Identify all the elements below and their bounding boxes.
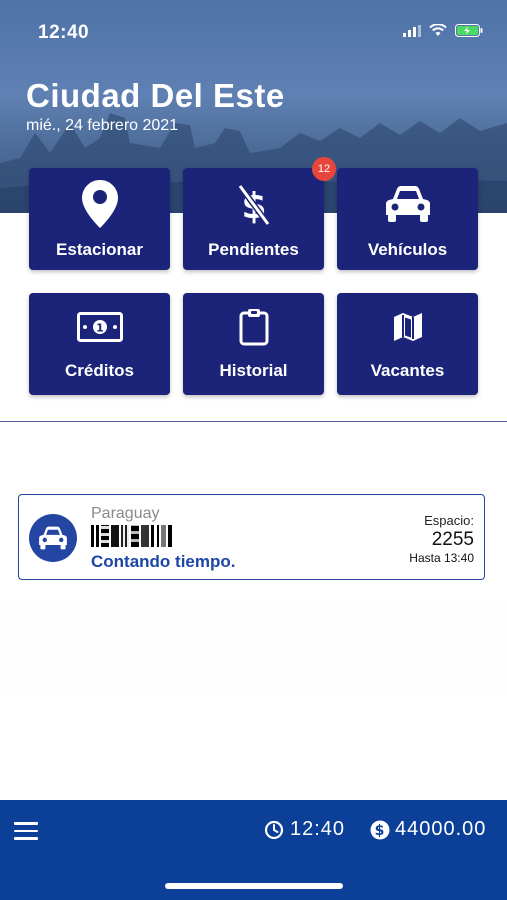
hamburger-menu-icon[interactable]: [14, 822, 38, 840]
clock-icon: [264, 820, 284, 839]
map-icon: [337, 303, 478, 351]
space-label: Espacio:: [424, 513, 474, 528]
battery-charging-icon: [455, 24, 483, 37]
content-background: [0, 600, 507, 690]
tile-historial[interactable]: Historial: [183, 293, 324, 395]
balance-display: $ 44000.00: [370, 818, 486, 841]
tile-label: Vacantes: [370, 361, 445, 380]
tile-label: Créditos: [65, 361, 134, 380]
end-time: Hasta 13:40: [409, 551, 474, 565]
tile-label: Vehículos: [367, 240, 448, 259]
plate-country: Paraguay: [91, 505, 160, 522]
status-icons: [403, 24, 483, 37]
dollar-circle-icon: $: [370, 820, 390, 839]
space-number: 2255: [431, 529, 474, 550]
money-bill-icon: 1: [29, 303, 170, 351]
car-icon: [29, 514, 77, 562]
tile-vacantes[interactable]: Vacantes: [337, 293, 478, 395]
status-bar: 12:40: [0, 0, 507, 60]
svg-text:1: 1: [96, 322, 104, 335]
current-date: mié., 24 febrero 2021: [26, 117, 179, 134]
tile-pendientes[interactable]: $ Pendientes: [183, 168, 324, 270]
clock-value: 12:40: [290, 818, 346, 840]
car-icon: [337, 180, 478, 228]
signal-icon: [403, 24, 421, 37]
license-plate-redacted: [91, 525, 172, 547]
section-divider: [0, 421, 507, 422]
balance-value: 44000.00: [395, 818, 487, 840]
svg-text:$: $: [375, 823, 386, 839]
active-parking-card[interactable]: Paraguay Contando tiempo. Espacio: 2255 …: [18, 494, 485, 580]
session-status: Contando tiempo.: [91, 552, 236, 571]
tile-label: Pendientes: [208, 240, 299, 259]
city-title: Ciudad Del Este: [26, 77, 285, 114]
home-indicator[interactable]: [165, 883, 343, 889]
clipboard-icon: [183, 303, 324, 351]
pending-count-badge: 12: [312, 157, 336, 181]
tile-label: Estacionar: [56, 240, 143, 259]
dollar-slash-icon: $: [183, 180, 324, 228]
tile-label: Historial: [219, 361, 288, 380]
tile-estacionar[interactable]: Estacionar: [29, 168, 170, 270]
location-pin-icon: [29, 180, 170, 228]
clock-display: 12:40: [264, 818, 345, 841]
tile-creditos[interactable]: 1 Créditos: [29, 293, 170, 395]
tile-vehiculos[interactable]: Vehículos: [337, 168, 478, 270]
status-time: 12:40: [38, 22, 90, 43]
wifi-icon: [429, 24, 447, 36]
